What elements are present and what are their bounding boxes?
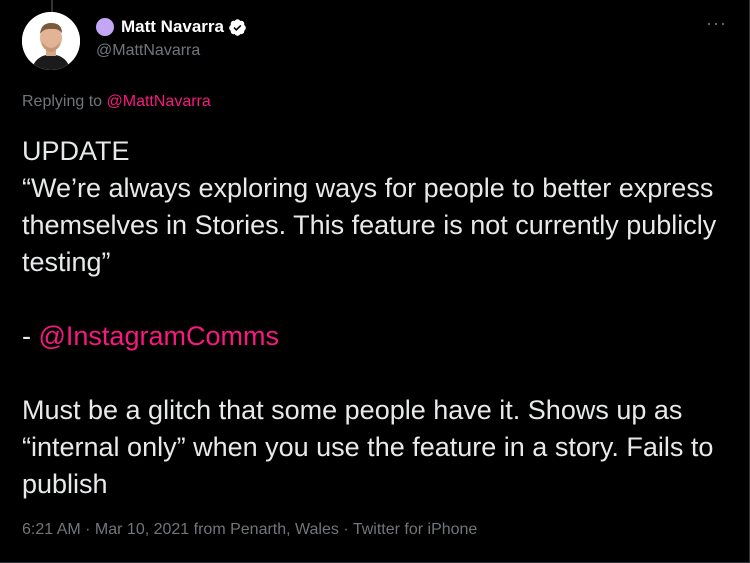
more-options-icon[interactable]: ··· xyxy=(706,14,727,32)
tweet-body: UPDATE “We’re always exploring ways for … xyxy=(22,133,732,503)
tweet-text-attribution: - @InstagramComms xyxy=(22,318,732,355)
tweet-time[interactable]: 6:21 AM xyxy=(22,521,81,538)
replying-to-line: Replying to @MattNavarra xyxy=(22,93,211,111)
tweet-date[interactable]: Mar 10, 2021 xyxy=(95,521,189,538)
thread-connector-line xyxy=(51,0,53,12)
tweet-source[interactable]: Twitter for iPhone xyxy=(353,521,478,538)
author-display-name[interactable]: Matt Navarra xyxy=(121,17,224,37)
author-handle[interactable]: @MattNavarra xyxy=(96,42,247,60)
meta-separator-2: · xyxy=(338,521,353,538)
status-dot-icon xyxy=(96,18,114,36)
avatar[interactable] xyxy=(22,12,80,70)
meta-separator: · xyxy=(80,521,95,538)
author-block: Matt Navarra @MattNavarra xyxy=(96,16,247,60)
tweet-text-update: UPDATE xyxy=(22,136,130,166)
avatar-portrait-icon xyxy=(22,12,80,70)
replying-to-label: Replying to xyxy=(22,93,107,110)
tweet: Matt Navarra @MattNavarra ··· Replying t… xyxy=(0,0,750,563)
attribution-dash: - xyxy=(22,321,39,351)
author-name-row: Matt Navarra xyxy=(96,16,247,38)
attribution-mention-link[interactable]: @InstagramComms xyxy=(39,321,279,351)
reply-mention-link[interactable]: @MattNavarra xyxy=(107,93,211,110)
tweet-metadata: 6:21 AM · Mar 10, 2021 from Penarth, Wal… xyxy=(22,521,477,539)
verified-badge-icon xyxy=(229,18,246,36)
tweet-location: from Penarth, Wales xyxy=(189,521,339,538)
tweet-text-closing: Must be a glitch that some people have i… xyxy=(22,395,714,499)
tweet-text-quote: “We’re always exploring ways for people … xyxy=(22,173,717,277)
